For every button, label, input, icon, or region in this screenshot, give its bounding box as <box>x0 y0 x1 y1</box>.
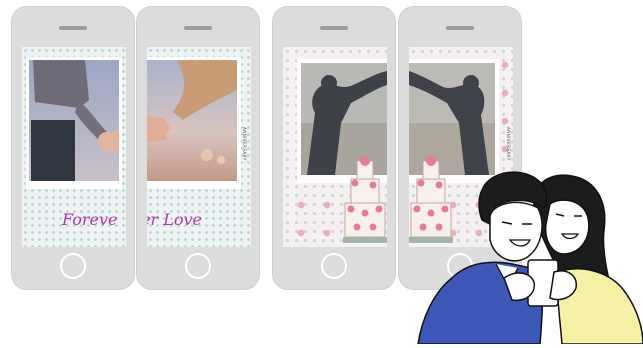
photo-print <box>147 57 241 189</box>
phone-screen: ANNIVERSARY er Love <box>147 47 251 247</box>
caption-text: er Love <box>147 210 202 229</box>
home-button-icon[interactable] <box>321 253 347 279</box>
phone-screen <box>283 47 387 247</box>
photo-holding-hands-left <box>29 60 119 181</box>
phone-screen: Foreve <box>22 47 126 247</box>
couple-reading-phone-illustration <box>412 168 643 345</box>
phone-mockup-1: Foreve <box>11 6 135 290</box>
speaker-grille-icon <box>446 26 474 30</box>
speaker-grille-icon <box>59 26 87 30</box>
caption-text: Foreve <box>62 210 118 229</box>
speaker-grille-icon <box>184 26 212 30</box>
photo-print <box>26 57 122 189</box>
photo-holding-hands-right <box>147 60 237 181</box>
side-text: ANNIVERSARY <box>242 127 247 161</box>
speaker-grille-icon <box>320 26 348 30</box>
home-button-icon[interactable] <box>185 253 211 279</box>
cake-illustration <box>343 155 387 247</box>
home-button-icon[interactable] <box>60 253 86 279</box>
phone-mockup-3 <box>272 6 396 290</box>
side-text: ANNIVERSARY <box>506 127 511 161</box>
phone-mockup-2: ANNIVERSARY er Love <box>136 6 260 290</box>
